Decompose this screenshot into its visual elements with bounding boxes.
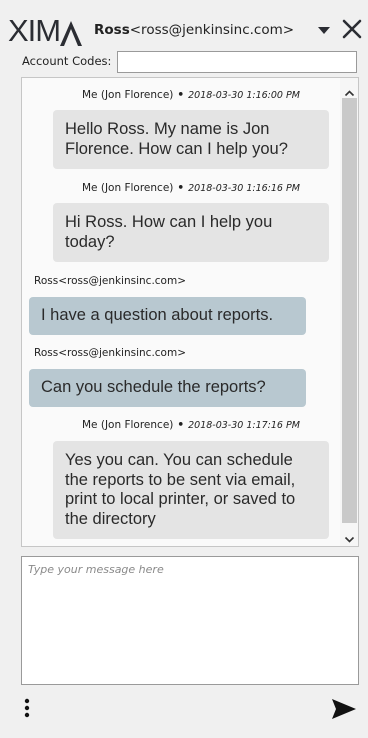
vertical-dots-icon[interactable] <box>22 697 32 719</box>
message-sender: Me (Jon Florence) <box>82 89 174 101</box>
message-meta: Me (Jon Florence) • 2018-03-30 1:16:16 PM <box>82 182 300 194</box>
chat-window: XIM Ross<ross@jenkinsinc.com> Account Co… <box>0 0 368 738</box>
message-meta: Me (Jon Florence) • 2018-03-30 1:17:16 PM <box>82 419 300 431</box>
meta-separator: • <box>177 419 185 431</box>
message-input[interactable] <box>21 556 359 685</box>
message-sender: Me (Jon Florence) <box>82 182 174 194</box>
message-bubble-outgoing: Hello Ross. My name is Jon Florence. How… <box>53 110 329 169</box>
message-sender: Ross<ross@jenkinsinc.com> <box>34 347 186 359</box>
scroll-down-icon[interactable] <box>344 530 355 543</box>
message-meta: Ross<ross@jenkinsinc.com> <box>34 347 186 359</box>
chat-scrollbar[interactable] <box>340 78 358 546</box>
message-meta: Ross<ross@jenkinsinc.com> <box>34 275 186 287</box>
message-timestamp: 2018-03-30 1:16:16 PM <box>188 183 300 194</box>
xima-logo: XIM <box>8 13 83 48</box>
message-bubble-incoming: Can you schedule the reports? <box>29 369 306 407</box>
contact-email: <ross@jenkinsinc.com> <box>129 22 295 38</box>
send-icon[interactable] <box>331 698 357 720</box>
chat-header: XIM Ross<ross@jenkinsinc.com> <box>0 0 368 48</box>
contact-first-name: Ross <box>94 22 130 38</box>
close-icon[interactable] <box>341 18 363 40</box>
message-bubble-outgoing: Yes you can. You can schedule the report… <box>53 441 329 539</box>
logo-a-mark-icon <box>60 18 83 46</box>
contact-name: Ross<ross@jenkinsinc.com> <box>94 22 294 38</box>
message-sender: Me (Jon Florence) <box>82 419 174 431</box>
message-sender: Ross<ross@jenkinsinc.com> <box>34 275 186 287</box>
message-bubble-outgoing: Hi Ross. How can I help you today? <box>53 203 329 262</box>
chat-log: Me (Jon Florence) • 2018-03-30 1:16:00 PM … <box>21 77 359 547</box>
scroll-thumb[interactable] <box>342 98 357 523</box>
chevron-down-icon[interactable] <box>318 27 330 34</box>
account-codes-input[interactable] <box>117 51 357 73</box>
message-timestamp: 2018-03-30 1:16:00 PM <box>188 90 300 101</box>
scroll-up-icon[interactable] <box>344 84 355 97</box>
message-meta: Me (Jon Florence) • 2018-03-30 1:16:00 PM <box>82 89 300 101</box>
meta-separator: • <box>177 182 185 194</box>
meta-separator: • <box>177 89 185 101</box>
message-bubble-incoming: I have a question about reports. <box>29 297 306 335</box>
message-timestamp: 2018-03-30 1:17:16 PM <box>188 420 300 431</box>
account-codes-label: Account Codes: <box>22 54 112 68</box>
logo-text: XIM <box>8 13 61 48</box>
